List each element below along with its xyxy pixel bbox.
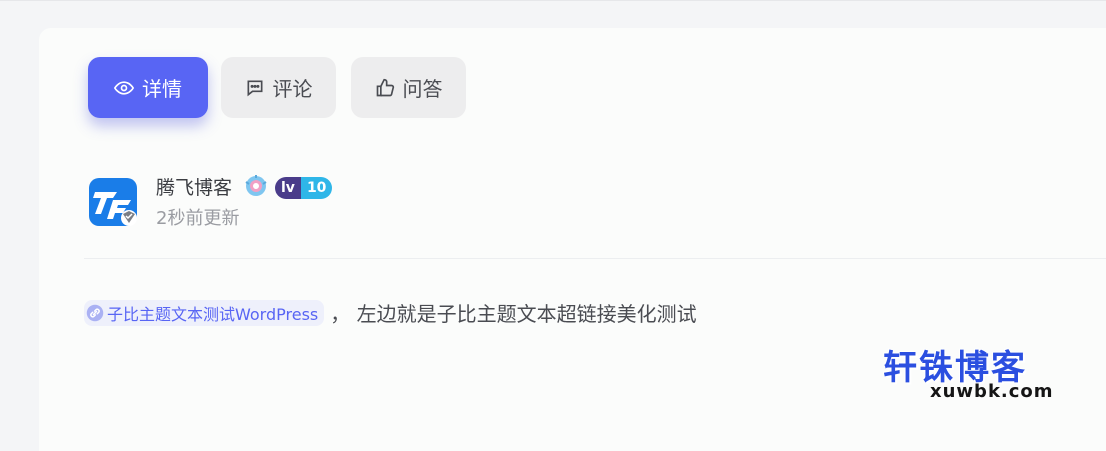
- thumbs-up-icon: [375, 78, 395, 98]
- content-text: ， 左边就是子比主题文本超链接美化测试: [330, 302, 697, 326]
- tab-detail[interactable]: 详情: [88, 57, 208, 118]
- tab-detail-label: 详情: [142, 77, 182, 101]
- top-border: [0, 0, 1106, 1]
- tab-qa-label: 问答: [402, 77, 443, 101]
- level-number: 10: [300, 177, 333, 199]
- content-link[interactable]: 子比主题文本测试WordPress: [84, 299, 325, 326]
- content-link-label: 子比主题文本测试WordPress: [107, 304, 319, 324]
- tab-comment[interactable]: 评论: [221, 57, 336, 118]
- author-name[interactable]: 腾飞博客: [156, 173, 232, 200]
- link-icon: [86, 304, 104, 322]
- watermark-url: xuwbk.com: [930, 381, 1054, 402]
- avatar[interactable]: [89, 178, 137, 226]
- tab-comment-label: 评论: [272, 77, 313, 101]
- divider: [84, 258, 1106, 259]
- verified-badge-icon: [243, 174, 269, 202]
- tab-qa[interactable]: 问答: [351, 57, 466, 118]
- level-prefix: lv: [275, 177, 301, 199]
- post-content: 子比主题文本测试WordPress ， 左边就是子比主题文本超链接美化测试: [84, 298, 697, 327]
- updated-time: 2秒前更新: [156, 208, 240, 229]
- comment-icon: [245, 78, 265, 98]
- eye-icon: [114, 78, 134, 98]
- level-badge: lv 10: [275, 177, 333, 199]
- author-badges: lv 10: [243, 174, 333, 202]
